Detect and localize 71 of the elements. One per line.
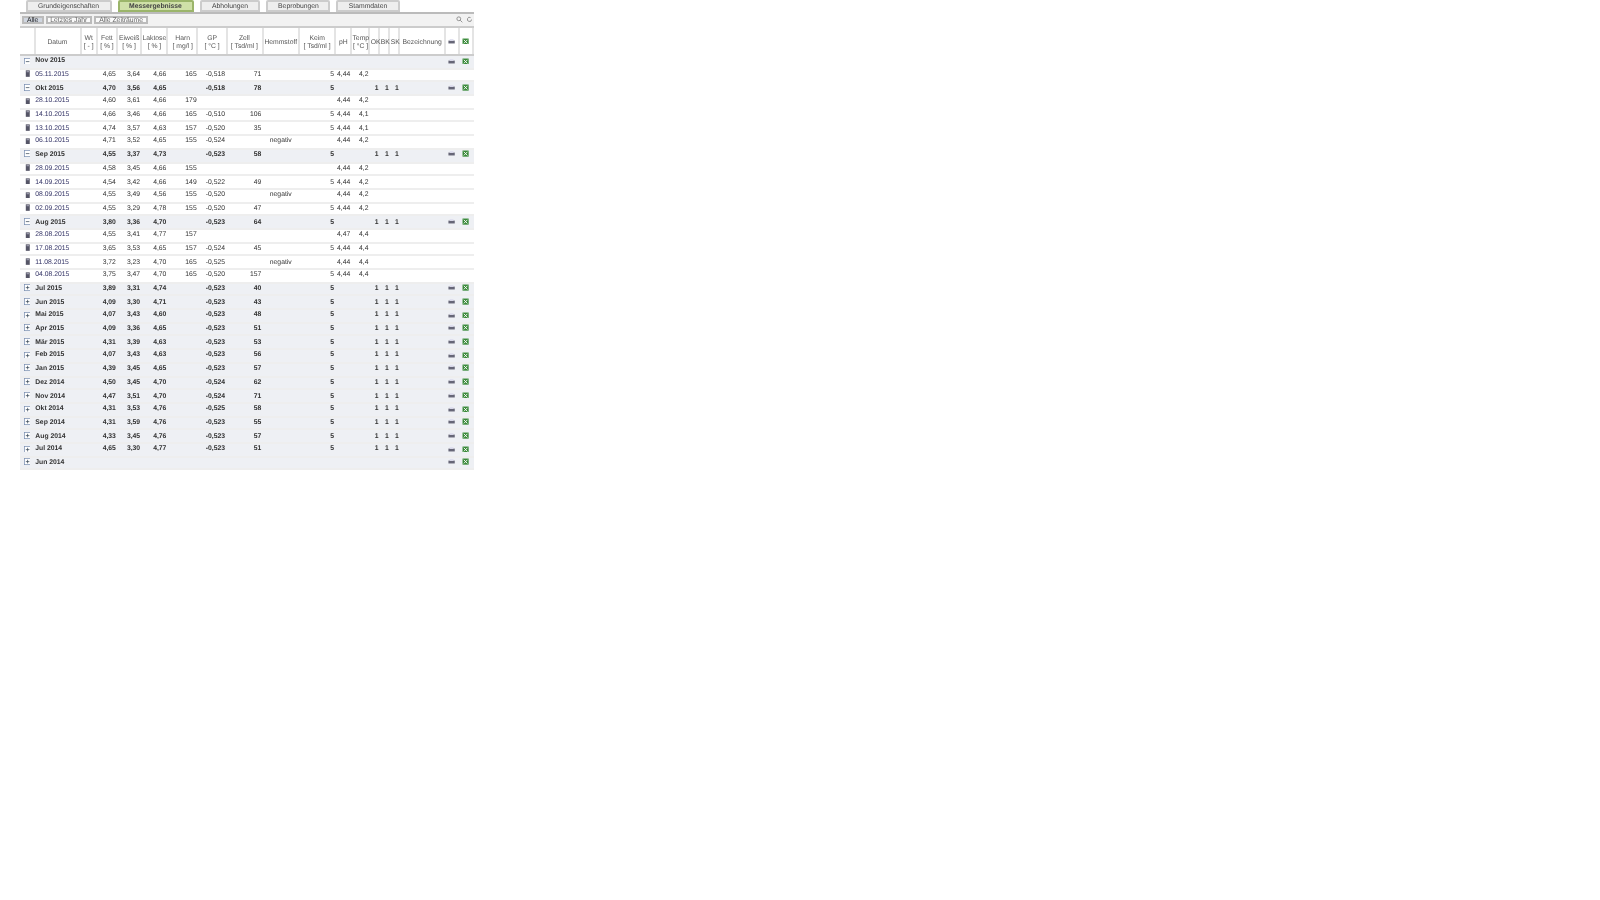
document-icon[interactable]	[23, 137, 31, 145]
document-icon[interactable]	[23, 97, 31, 105]
spreadsheet-icon[interactable]	[462, 351, 470, 359]
expand-icon[interactable]	[23, 378, 31, 386]
spreadsheet-icon[interactable]	[462, 378, 470, 386]
print-icon[interactable]	[447, 405, 456, 413]
collapse-icon[interactable]	[23, 84, 31, 92]
document-icon[interactable]	[23, 124, 31, 132]
document-icon[interactable]	[23, 244, 31, 252]
spreadsheet-icon[interactable]	[462, 445, 470, 453]
print-icon[interactable]	[447, 217, 456, 225]
spreadsheet-icon[interactable]	[462, 311, 470, 319]
print-icon[interactable]	[447, 364, 456, 373]
print-icon[interactable]	[447, 57, 456, 65]
spreadsheet-icon[interactable]	[462, 458, 470, 466]
print-icon[interactable]	[447, 458, 456, 466]
print-icon[interactable]	[447, 391, 456, 399]
document-icon[interactable]	[23, 110, 31, 118]
print-icon[interactable]	[447, 418, 456, 426]
document-icon[interactable]	[23, 204, 31, 212]
print-icon[interactable]	[447, 284, 456, 292]
print-icon[interactable]	[447, 324, 456, 332]
document-icon[interactable]	[23, 231, 31, 239]
collapse-icon[interactable]	[23, 217, 31, 225]
spreadsheet-icon[interactable]	[462, 150, 470, 159]
collapse-icon[interactable]	[23, 150, 31, 159]
print-icon[interactable]	[447, 351, 456, 359]
collapse-icon[interactable]	[23, 57, 31, 65]
print-icon[interactable]	[447, 298, 456, 306]
expand-icon[interactable]	[23, 351, 31, 359]
expand-icon[interactable]	[23, 431, 31, 439]
expand-icon[interactable]	[23, 391, 31, 399]
print-icon[interactable]	[447, 431, 456, 439]
document-icon[interactable]	[23, 164, 31, 172]
print-icon[interactable]	[447, 378, 456, 386]
expand-icon[interactable]	[23, 458, 31, 466]
spreadsheet-icon[interactable]	[462, 338, 470, 346]
spreadsheet-icon[interactable]	[462, 284, 470, 292]
spreadsheet-icon[interactable]	[462, 217, 470, 225]
spreadsheet-icon[interactable]	[462, 405, 470, 413]
document-icon[interactable]	[23, 191, 31, 199]
spreadsheet-icon[interactable]	[462, 37, 470, 45]
document-icon[interactable]	[23, 70, 31, 78]
document-icon[interactable]	[23, 257, 31, 266]
spreadsheet-icon[interactable]	[462, 84, 470, 92]
spreadsheet-icon[interactable]	[462, 298, 470, 306]
expand-icon[interactable]	[23, 445, 31, 453]
expand-icon[interactable]	[23, 364, 31, 373]
spreadsheet-icon[interactable]	[462, 418, 470, 426]
document-icon[interactable]	[23, 271, 31, 279]
document-icon[interactable]	[23, 177, 31, 185]
print-icon[interactable]	[447, 338, 456, 346]
expand-icon[interactable]	[23, 324, 31, 332]
print-icon[interactable]	[447, 311, 456, 319]
expand-icon[interactable]	[23, 284, 31, 292]
spreadsheet-icon[interactable]	[462, 431, 470, 439]
spreadsheet-icon[interactable]	[462, 324, 470, 332]
expand-icon[interactable]	[23, 418, 31, 426]
print-icon[interactable]	[447, 445, 456, 453]
spreadsheet-icon[interactable]	[462, 391, 470, 399]
expand-icon[interactable]	[23, 338, 31, 346]
expand-icon[interactable]	[23, 298, 31, 306]
expand-icon[interactable]	[23, 405, 31, 413]
expand-icon[interactable]	[23, 311, 31, 319]
print-icon[interactable]	[447, 150, 456, 159]
refresh-icon[interactable]	[465, 16, 472, 24]
spreadsheet-icon[interactable]	[462, 57, 470, 65]
spreadsheet-icon[interactable]	[462, 364, 470, 373]
print-icon[interactable]	[447, 37, 456, 45]
search-icon[interactable]	[456, 16, 463, 24]
print-icon[interactable]	[447, 84, 456, 92]
